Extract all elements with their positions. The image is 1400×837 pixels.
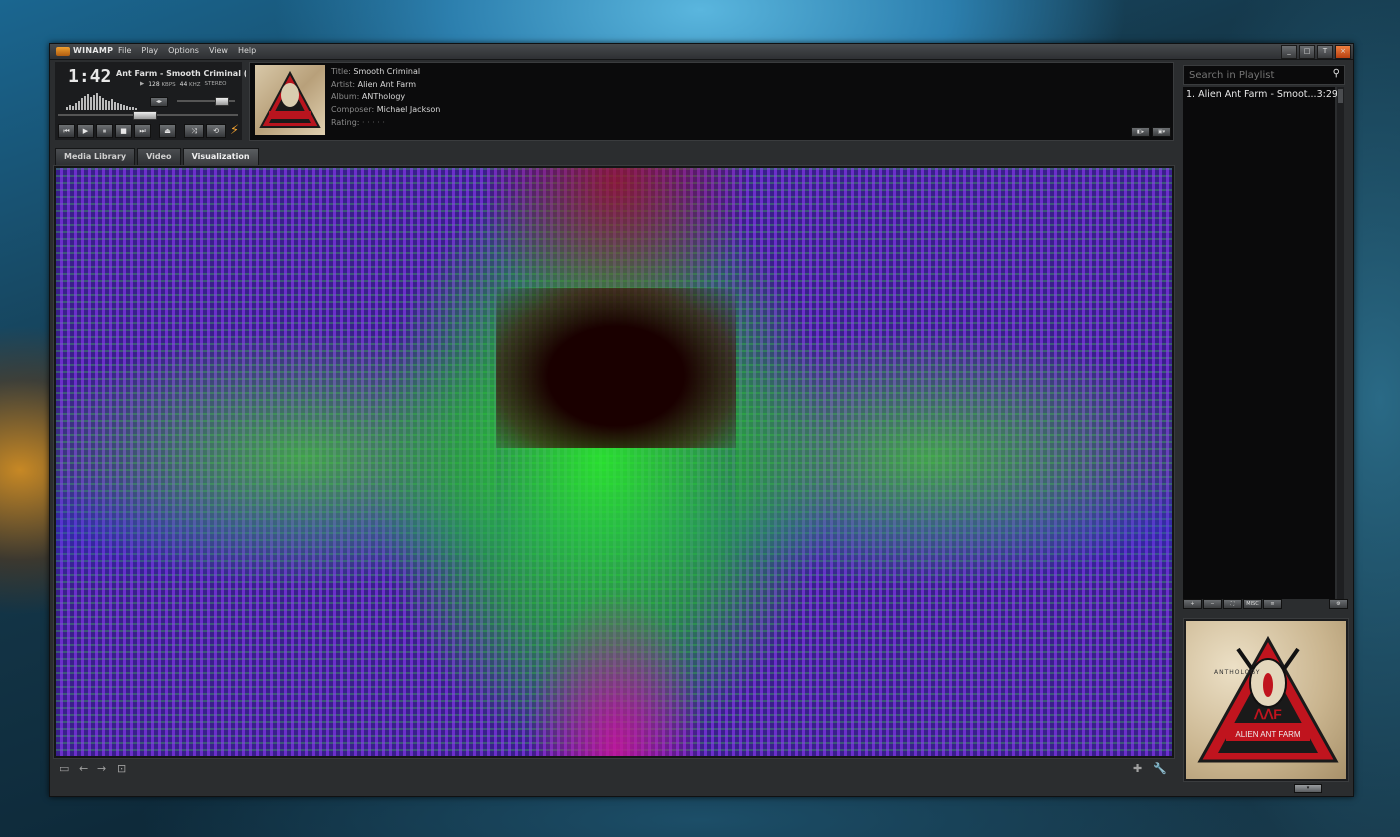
rating-label: Rating: [331,117,360,127]
fullscreen-icon[interactable]: ▭ [59,763,69,775]
album-art-caption: ANTHOLOGY [1214,669,1261,676]
now-playing-panel: Title: Smooth Criminal Artist: Alien Ant… [249,62,1174,141]
composer-value: Michael Jackson [376,105,441,115]
rating-stars[interactable]: · · · · · [362,118,385,127]
transport-controls: ⏮ ▶ ⏸ ■ ⏭ ⏏ ⤨ ⟲ [58,124,226,138]
info-panel-layout-button[interactable]: ▣▾ [1152,127,1171,137]
pause-button[interactable]: ⏸ [96,124,113,138]
playlist-item[interactable]: 1. Alien Ant Farm - Smoot... 3:29 [1183,87,1338,102]
search-icon[interactable]: ⚲ [1333,68,1340,79]
lightning-icon[interactable]: ⚡ [230,123,239,138]
shuffle-button[interactable]: ⤨ [184,124,204,138]
add-button[interactable]: + [1183,599,1202,609]
playlist-scrollbar[interactable] [1337,87,1344,599]
stop-button[interactable]: ■ [115,124,132,138]
settings-wrench-icon[interactable]: 🔧 [1153,763,1167,775]
playlist-search: ⚲ [1183,65,1345,85]
window-controls: _ □ T × [1281,45,1351,59]
winamp-logo-icon [56,47,70,56]
next-preset-icon[interactable]: → [97,763,106,775]
next-button[interactable]: ⏭ [134,124,151,138]
menu-file[interactable]: File [118,46,131,55]
random-preset-icon[interactable]: ⊡ [117,763,126,775]
main-tabs: Media Library Video Visualization [55,148,259,165]
stream-info: ▶ 128 KBPS 44 KHZ STEREO [140,81,227,88]
eject-button[interactable]: ⏏ [159,124,176,138]
plugin-icon[interactable]: ✚ [1133,763,1142,775]
always-on-top-button[interactable]: T [1317,45,1333,59]
title-label: Title: [331,67,351,76]
artist-value: Alien Ant Farm [357,79,417,89]
menu-options[interactable]: Options [168,46,199,55]
menu-view[interactable]: View [209,46,228,55]
playlist-item-title: 1. Alien Ant Farm - Smoot... [1186,89,1317,100]
artist-label: Artist: [331,79,356,89]
album-value: ANThology [361,92,406,102]
status-bar: ▾ [50,782,1353,796]
playlist-settings-button[interactable]: ⚙ [1329,599,1348,609]
playlist-list: 1. Alien Ant Farm - Smoot... 3:29 [1183,87,1338,599]
select-button[interactable]: ⛶ [1223,599,1242,609]
elapsed-time[interactable]: 1:42 [68,66,111,87]
album-art-thumbnail-logo [259,70,321,128]
spectrum-analyzer[interactable] [66,92,140,110]
misc-button[interactable]: MISC [1243,599,1262,609]
bitrate-value: 128 [148,81,160,88]
minimize-button[interactable]: _ [1281,45,1297,59]
seek-knob[interactable] [133,111,158,120]
svg-text:ᐱᐱF: ᐱᐱF [1253,706,1282,722]
list-options-button[interactable]: ≡ [1263,599,1282,609]
volume-knob[interactable] [214,97,229,106]
visualization-toolbar: ▭ ← → ⊡ ✚ 🔧 [53,759,1173,779]
svg-text:ALIEN ANT FARM: ALIEN ANT FARM [1235,730,1301,739]
tab-visualization[interactable]: Visualization [182,148,259,165]
repeat-button[interactable]: ⟲ [206,124,226,138]
bitrate-label: KBPS [161,82,176,88]
tab-media-library[interactable]: Media Library [55,148,136,165]
playlist-item-duration: 3:29 [1316,89,1338,100]
app-name: WINAMP [73,46,114,55]
menu-bar: File Play Options View Help [118,46,256,55]
play-button[interactable]: ▶ [77,124,94,138]
visualization-canvas[interactable] [56,168,1172,756]
playlist-buttons: + − ⛶ MISC ≡ ⚙ [1183,599,1348,609]
restore-button[interactable]: □ [1299,45,1315,59]
info-panel-toggle-button[interactable]: ◧▸ [1131,127,1150,137]
collapse-button[interactable]: ▾ [1294,784,1322,793]
track-metadata: Title: Smooth Criminal Artist: Alien Ant… [331,66,440,130]
winamp-window: WINAMP File Play Options View Help _ □ T… [49,43,1354,797]
tab-video[interactable]: Video [137,148,181,165]
previous-button[interactable]: ⏮ [58,124,75,138]
info-panel-buttons: ◧▸ ▣▾ [1131,127,1171,137]
balance-button[interactable]: ◂▸ [150,97,168,107]
stereo-indicator: STEREO [204,81,227,87]
title-bar[interactable]: WINAMP File Play Options View Help _ □ T… [50,44,1353,60]
composer-label: Composer: [331,105,375,115]
title-value: Smooth Criminal [353,67,421,76]
playlist-search-input[interactable] [1187,67,1329,84]
album-art-panel: ᐱᐱF ALIEN ANT FARM ANTHOLOGY [1183,618,1349,782]
album-art-logo: ᐱᐱF ALIEN ANT FARM [1197,635,1339,763]
visualization-panel [53,165,1175,759]
play-state-icon: ▶ [140,81,145,87]
album-art-image[interactable]: ᐱᐱF ALIEN ANT FARM ANTHOLOGY [1186,621,1346,779]
player-panel: 1:42 Ant Farm - Smooth Criminal (3: ▶ 12… [55,62,246,140]
menu-help[interactable]: Help [238,46,256,55]
close-button[interactable]: × [1335,45,1351,59]
album-label: Album: [331,92,360,102]
samplerate-value: 44 [179,81,188,88]
samplerate-label: KHZ [189,82,201,88]
scrolling-song-title: Ant Farm - Smooth Criminal (3: [116,69,246,78]
menu-play[interactable]: Play [141,46,158,55]
remove-button[interactable]: − [1203,599,1222,609]
previous-preset-icon[interactable]: ← [79,763,88,775]
playlist-panel: ⚲ 1. Alien Ant Farm - Smoot... 3:29 [1181,62,1348,600]
album-art-thumbnail[interactable] [255,65,325,135]
